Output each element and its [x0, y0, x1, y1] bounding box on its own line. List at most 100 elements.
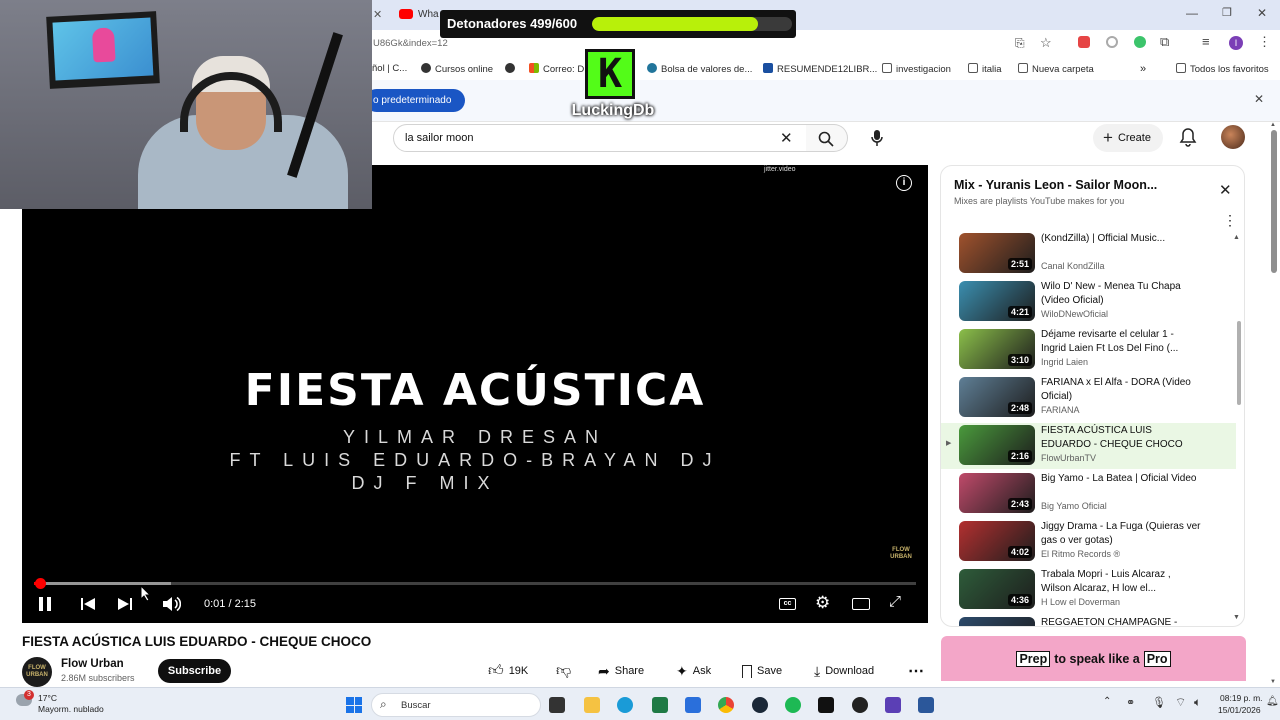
playlist-item-title[interactable]: FARIANA x El Alfa - DORA (Video Oficial): [1041, 376, 1201, 403]
playlist-item[interactable]: 4:02 Jiggy Drama - La Fuga (Quieras ver g…: [941, 519, 1236, 565]
bookmark-item[interactable]: ñol | C...: [372, 63, 407, 74]
word-icon[interactable]: [918, 697, 934, 713]
chrome-icon[interactable]: [718, 697, 734, 713]
maximize-icon[interactable]: ❐: [1222, 6, 1232, 19]
kick-app-icon[interactable]: [818, 697, 834, 713]
bookmark-item[interactable]: [505, 63, 519, 75]
microphone-tray-icon[interactable]: 🎙︎: [1152, 696, 1166, 709]
playlist-thumbnail[interactable]: 4:21: [959, 281, 1035, 321]
playlist-thumbnail[interactable]: [959, 617, 1035, 626]
tab-title[interactable]: Wha: [418, 9, 439, 20]
ask-button[interactable]: ✦ Ask: [668, 659, 719, 683]
playlist-item-title[interactable]: Jiggy Drama - La Fuga (Quieras ver gas o…: [1041, 520, 1201, 547]
fullscreen-icon[interactable]: ⤢: [889, 593, 901, 610]
captions-icon[interactable]: cc: [779, 598, 796, 610]
excel-icon[interactable]: [652, 697, 668, 713]
media-icon[interactable]: ≡: [1202, 34, 1210, 49]
create-button[interactable]: + Create: [1093, 124, 1163, 152]
playlist-thumbnail[interactable]: 2:51: [959, 233, 1035, 273]
playlist-item[interactable]: 2:48 FARIANA x El Alfa - DORA (Video Ofic…: [941, 375, 1236, 421]
previous-icon[interactable]: [81, 597, 95, 611]
profile-avatar[interactable]: I: [1229, 36, 1243, 50]
playlist-scrollbar[interactable]: [1237, 321, 1241, 405]
page-scrollbar[interactable]: [1271, 130, 1277, 273]
volume-icon[interactable]: [163, 596, 181, 612]
bookmark-item[interactable]: Correo: D: [529, 63, 584, 75]
star-icon[interactable]: ☆: [1040, 35, 1052, 51]
search-button[interactable]: [806, 124, 848, 152]
install-icon[interactable]: ⎘: [1015, 36, 1025, 51]
all-bookmarks[interactable]: Todos los favoritos: [1176, 63, 1269, 75]
page-scroll-down-icon[interactable]: ▼: [1270, 679, 1276, 685]
clock-time[interactable]: 08:19 p. m.: [1220, 693, 1263, 703]
app-purple-icon[interactable]: [885, 697, 901, 713]
bookmark-item[interactable]: Cursos online: [421, 63, 493, 75]
video-player[interactable]: jitter.video i FIESTA ACÚSTICA YILMAR DR…: [22, 165, 928, 623]
file-explorer-icon[interactable]: [584, 697, 600, 713]
playlist-item-title[interactable]: REGGAETON CHAMPAGNE - Bellakath ft Dani …: [1041, 616, 1201, 626]
playlist-item-title[interactable]: FIESTA ACÚSTICA LUIS EDUARDO - CHEQUE CH…: [1041, 424, 1201, 451]
obs-icon[interactable]: [852, 697, 868, 713]
like-button[interactable]: 👍︎ 19K: [480, 659, 548, 683]
speaker-icon[interactable]: 🔈︎: [1194, 695, 1201, 710]
bookmark-item[interactable]: investigacion: [882, 63, 951, 75]
scrubber-handle[interactable]: [35, 578, 47, 589]
playlist-thumbnail[interactable]: 4:02: [959, 521, 1035, 561]
account-avatar[interactable]: [1221, 125, 1245, 149]
playlist-item-title[interactable]: (KondZilla) | Official Music...: [1041, 232, 1201, 246]
settings-gear-icon[interactable]: ⚙: [815, 593, 830, 613]
next-icon[interactable]: [118, 597, 132, 611]
more-actions-button[interactable]: ⋯: [900, 659, 926, 683]
puzzle-icon[interactable]: ⧉: [1160, 34, 1169, 50]
playlist-item[interactable]: 4:36 Trabala Mopri - Luis Alcaraz , Wilso…: [941, 567, 1236, 613]
set-default-button[interactable]: o predeterminado: [365, 89, 465, 112]
wifi-icon[interactable]: ⌔: [1175, 695, 1186, 710]
extension-grey-icon[interactable]: [1106, 36, 1118, 48]
menu-dots-icon[interactable]: ⋮: [1258, 34, 1271, 50]
bookmark-item[interactable]: italia: [968, 63, 1002, 75]
taskbar-search[interactable]: ⌕ Buscar: [371, 693, 541, 717]
more-bookmarks-icon[interactable]: »: [1140, 63, 1146, 75]
clear-search-icon[interactable]: ✕: [780, 129, 793, 147]
url-text[interactable]: U86Gk&index=12: [373, 38, 448, 49]
channel-name[interactable]: Flow Urban: [61, 658, 124, 670]
infobar-close-icon[interactable]: ✕: [1254, 92, 1264, 106]
extension-green-icon[interactable]: [1134, 36, 1146, 48]
start-button[interactable]: [346, 697, 362, 713]
theater-mode-icon[interactable]: [852, 598, 870, 610]
page-scroll-up-icon[interactable]: ▲: [1270, 122, 1276, 128]
playlist-item[interactable]: ▶ 2:16 FIESTA ACÚSTICA LUIS EDUARDO - CHEQ…: [941, 423, 1236, 469]
playlist-item-title[interactable]: Big Yamo - La Batea | Oficial Video: [1041, 472, 1201, 486]
youtube-tab-icon[interactable]: [399, 9, 413, 19]
playlist-item-title[interactable]: Wilo D' New - Menea Tu Chapa (Video Ofic…: [1041, 280, 1201, 307]
notifications-button[interactable]: [1179, 127, 1197, 152]
promo-banner[interactable]: Prep to speak like a Pro: [941, 636, 1246, 681]
minimize-icon[interactable]: —: [1186, 6, 1198, 20]
playlist-item[interactable]: 2:51 (KondZilla) | Official Music... Canal…: [941, 231, 1236, 277]
store-icon[interactable]: [685, 697, 701, 713]
playlist-item-title[interactable]: Trabala Mopri - Luis Alcaraz , Wilson Al…: [1041, 568, 1201, 595]
bookmark-item[interactable]: Bolsa de valores de...: [647, 63, 752, 75]
playlist-thumbnail[interactable]: 3:10: [959, 329, 1035, 369]
window-close-icon[interactable]: ✕: [1257, 6, 1267, 20]
playlist-item[interactable]: 4:21 Wilo D' New - Menea Tu Chapa (Video …: [941, 279, 1236, 325]
voice-search-button[interactable]: [862, 124, 892, 152]
playlist-item[interactable]: REGGAETON CHAMPAGNE - Bellakath ft Dani …: [941, 615, 1236, 626]
weather-widget[interactable]: 3 17°C Mayorm. nublado: [16, 690, 126, 718]
playlist-item[interactable]: 2:43 Big Yamo - La Batea | Oficial Video B…: [941, 471, 1236, 517]
search-input[interactable]: la sailor moon ✕: [393, 124, 807, 152]
dislike-button[interactable]: 👎︎: [548, 659, 578, 683]
playlist-item-title[interactable]: Déjame revisarte el celular 1 - Ingrid L…: [1041, 328, 1201, 355]
channel-avatar[interactable]: FLOW URBAN: [22, 657, 52, 687]
playlist-thumbnail[interactable]: 2:16: [959, 425, 1035, 465]
spotify-icon[interactable]: [785, 697, 801, 713]
subscribe-button[interactable]: Subscribe: [158, 659, 231, 683]
share-button[interactable]: ➦ Share: [590, 659, 652, 683]
edge-icon[interactable]: [617, 697, 633, 713]
steam-icon[interactable]: [752, 697, 768, 713]
clock-date[interactable]: 15/01/2026: [1218, 705, 1261, 715]
close-tab-icon[interactable]: ✕: [373, 8, 382, 21]
tray-app-icon[interactable]: ⚭: [1126, 696, 1135, 709]
pause-button[interactable]: [39, 597, 51, 611]
progress-track[interactable]: [34, 578, 916, 589]
